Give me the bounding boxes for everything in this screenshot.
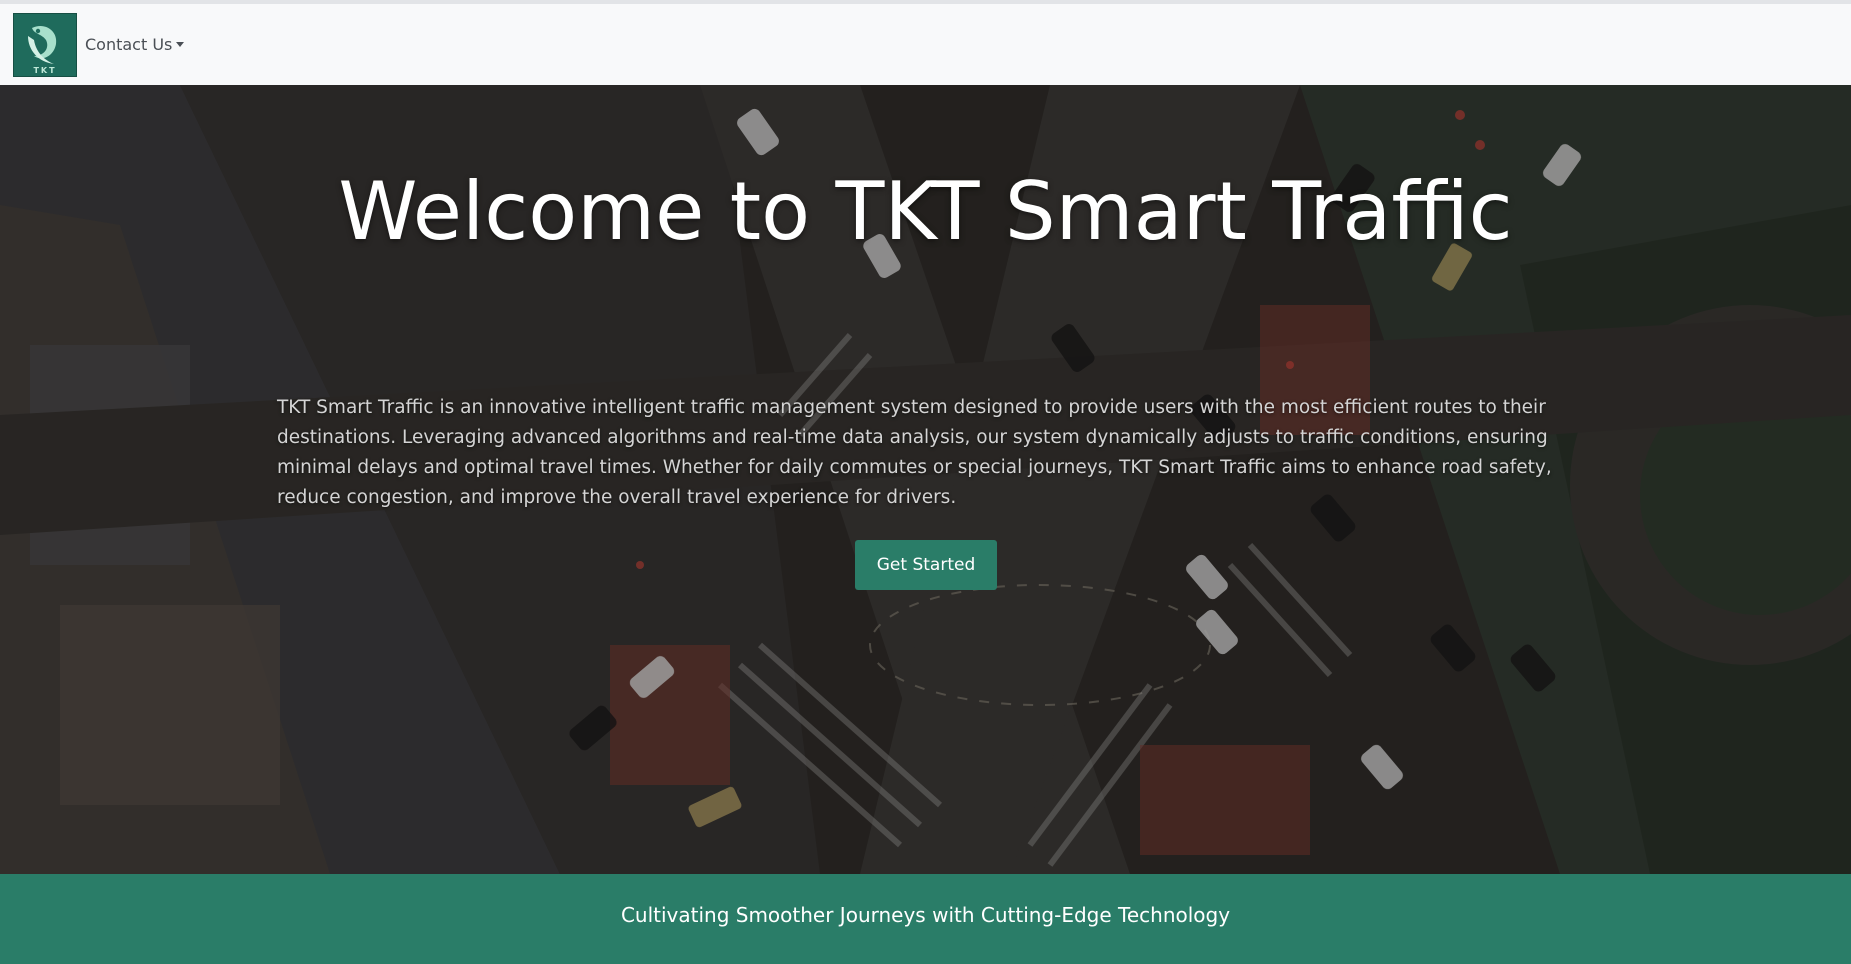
hero-description: TKT Smart Traffic is an innovative intel… [277, 397, 1552, 508]
hero-section: Welcome to TKT Smart Traffic TKT Smart T… [0, 85, 1851, 874]
logo-text: TKT [33, 65, 57, 75]
footer-tagline: Cultivating Smoother Journeys with Cutti… [620, 903, 1231, 927]
contact-us-label: Contact Us [85, 35, 173, 54]
navbar: TKT Contact Us [0, 4, 1851, 85]
get-started-button[interactable]: Get Started [855, 540, 997, 590]
brand-logo[interactable]: TKT [13, 12, 77, 77]
caret-down-icon [176, 42, 185, 47]
hero-title: Welcome to TKT Smart Traffic [338, 165, 1513, 258]
contact-us-dropdown[interactable]: Contact Us [85, 35, 185, 54]
footer-banner: Cultivating Smoother Journeys with Cutti… [0, 874, 1851, 964]
